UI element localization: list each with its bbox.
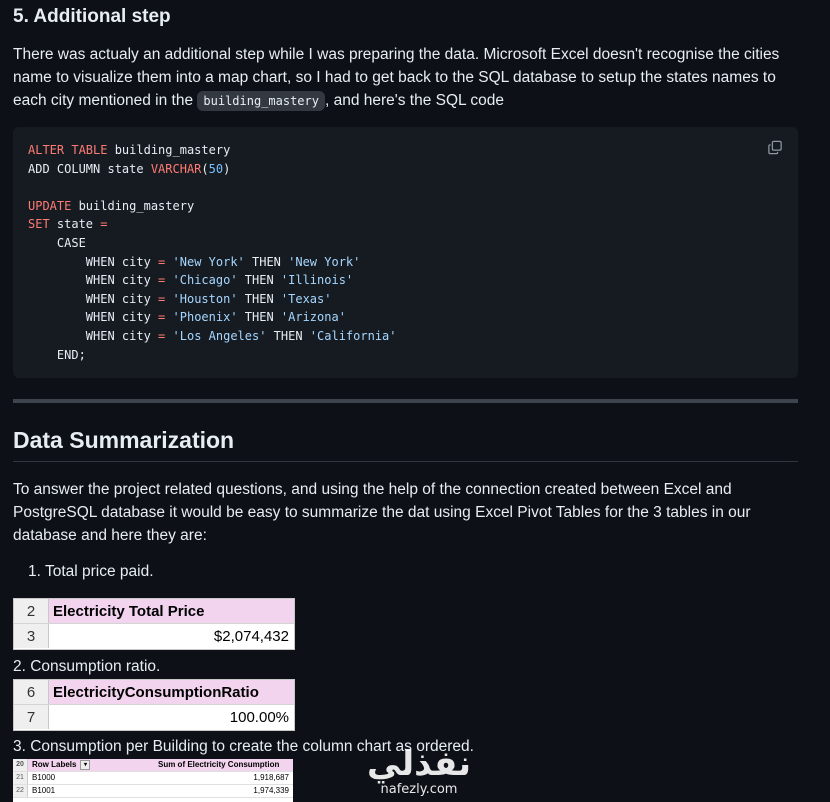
pivot-header-value: Sum of Electricity Consumption bbox=[158, 760, 280, 769]
code-token: THEN bbox=[237, 310, 281, 325]
code-token: ADD COLUMN state bbox=[28, 161, 151, 176]
heading-underline bbox=[13, 461, 798, 462]
pivot-table-screenshot: 20 Row Labels ▾ Sum of Electricity Consum… bbox=[13, 759, 293, 802]
code-token: WHEN city bbox=[28, 328, 159, 343]
code-line: ADD COLUMN state VARCHAR(50) bbox=[28, 162, 230, 176]
pivot-label-header: Row Labels bbox=[32, 760, 77, 769]
summary-paragraph: To answer the project related questions,… bbox=[13, 481, 751, 544]
code-line: WHEN city = 'Houston' THEN 'Texas' bbox=[28, 291, 332, 306]
row-number: 2 bbox=[14, 599, 49, 623]
code-token: ALTER TABLE bbox=[28, 143, 108, 157]
horizontal-rule bbox=[13, 399, 798, 403]
row-number: 21 bbox=[13, 772, 28, 784]
table-row: 2 Electricity Total Price bbox=[14, 599, 294, 624]
pivot-row-value: 1,974,339 bbox=[253, 786, 289, 795]
row-number: 20 bbox=[13, 759, 28, 771]
table-row: 6 ElectricityConsumptionRatio bbox=[14, 680, 294, 705]
sql-code: ALTER TABLE building_mastery ADD COLUMN … bbox=[28, 141, 397, 364]
table-row: 3 $2,074,432 bbox=[14, 624, 294, 648]
code-block: ALTER TABLE building_mastery ADD COLUMN … bbox=[13, 127, 798, 378]
code-token: SET bbox=[28, 217, 50, 232]
list-item-consumption-ratio: 2. Consumption ratio. bbox=[13, 658, 161, 675]
row-number: 6 bbox=[14, 680, 49, 704]
code-token: THEN bbox=[266, 328, 310, 343]
intro-text-after: , and here's the SQL code bbox=[324, 92, 505, 109]
code-line: SET state = bbox=[28, 217, 108, 231]
code-line: WHEN city = 'New York' THEN 'New York' bbox=[28, 254, 361, 269]
code-token: 'Arizona' bbox=[280, 310, 346, 325]
step-heading: 5. Additional step bbox=[13, 6, 171, 27]
excel-table-total-price: 2 Electricity Total Price 3 $2,074,432 bbox=[13, 598, 295, 650]
code-token: UPDATE bbox=[28, 198, 72, 213]
code-token: WHEN city bbox=[28, 291, 159, 306]
code-line: CASE bbox=[28, 236, 86, 250]
code-token: THEN bbox=[244, 254, 289, 269]
pivot-header-cell: Row Labels ▾ bbox=[28, 759, 158, 771]
nafezly-watermark: نفذلي nafezly.com bbox=[364, 745, 474, 802]
code-token: WHEN city bbox=[28, 273, 159, 288]
row-number: 22 bbox=[13, 785, 28, 797]
pivot-row-label: B1000 bbox=[32, 773, 56, 782]
code-token: state bbox=[49, 217, 101, 232]
list-item-total-price: 1. Total price paid. bbox=[28, 563, 154, 580]
code-token: END; bbox=[28, 347, 86, 362]
code-line: WHEN city = 'Chicago' THEN 'Illinois' bbox=[28, 273, 353, 287]
table-row: 20 Row Labels ▾ Sum of Electricity Consum… bbox=[13, 759, 293, 772]
intro-paragraph: There was actualy an additional step whi… bbox=[13, 43, 798, 113]
code-token: THEN bbox=[237, 291, 281, 306]
code-token: 'Houston' bbox=[172, 291, 238, 306]
code-token: ( bbox=[201, 161, 209, 176]
table-row: 22 B1001 1,974,339 bbox=[13, 785, 293, 798]
code-token: 'California' bbox=[309, 328, 397, 343]
table-row: 21 B1000 1,918,687 bbox=[13, 772, 293, 785]
code-line: WHEN city = 'Phoenix' THEN 'Arizona' bbox=[28, 310, 346, 324]
excel-table-consumption-ratio: 6 ElectricityConsumptionRatio 7 100.00% bbox=[13, 679, 295, 731]
code-token: 'Illinois' bbox=[280, 273, 354, 288]
code-line: END; bbox=[28, 348, 86, 362]
code-token: WHEN city bbox=[28, 310, 159, 325]
pivot-row-label: B1001 bbox=[32, 786, 56, 795]
code-token: building_mastery bbox=[107, 143, 231, 157]
code-token: = bbox=[100, 217, 108, 232]
code-token: CASE bbox=[28, 235, 86, 250]
row-number: 7 bbox=[14, 705, 49, 729]
watermark-arabic: نفذلي bbox=[366, 744, 472, 784]
table-value-cell: 100.00% bbox=[49, 705, 294, 729]
code-line: UPDATE building_mastery bbox=[28, 199, 194, 213]
table-row: 7 100.00% bbox=[14, 705, 294, 729]
code-token: THEN bbox=[237, 273, 281, 288]
code-token: 50 bbox=[208, 161, 224, 176]
table-header-cell: ElectricityConsumptionRatio bbox=[49, 680, 294, 704]
code-token: ) bbox=[223, 161, 231, 176]
table-header-cell: Electricity Total Price bbox=[49, 599, 294, 623]
row-number: 3 bbox=[14, 624, 49, 648]
code-token: VARCHAR bbox=[150, 161, 202, 176]
filter-dropdown-icon: ▾ bbox=[80, 759, 91, 770]
code-token: 'Los Angeles' bbox=[172, 328, 267, 343]
code-token: 'Texas' bbox=[280, 291, 332, 306]
section-heading: Data Summarization bbox=[13, 427, 235, 453]
code-token: 'Phoenix' bbox=[172, 310, 238, 325]
table-value-cell: $2,074,432 bbox=[49, 624, 294, 648]
copy-icon[interactable] bbox=[768, 140, 782, 155]
watermark-latin: nafezly.com bbox=[380, 782, 458, 797]
code-token: 'New York' bbox=[288, 254, 361, 269]
code-line: ALTER TABLE building_mastery bbox=[28, 143, 230, 157]
code-token: building_mastery bbox=[71, 198, 195, 213]
pivot-row-value: 1,918,687 bbox=[253, 773, 289, 782]
code-token: 'Chicago' bbox=[172, 273, 238, 288]
code-token: 'New York' bbox=[172, 254, 245, 269]
code-token: WHEN city bbox=[28, 254, 159, 269]
inline-code: building_mastery bbox=[197, 91, 325, 111]
code-line: WHEN city = 'Los Angeles' THEN 'Californ… bbox=[28, 329, 397, 343]
